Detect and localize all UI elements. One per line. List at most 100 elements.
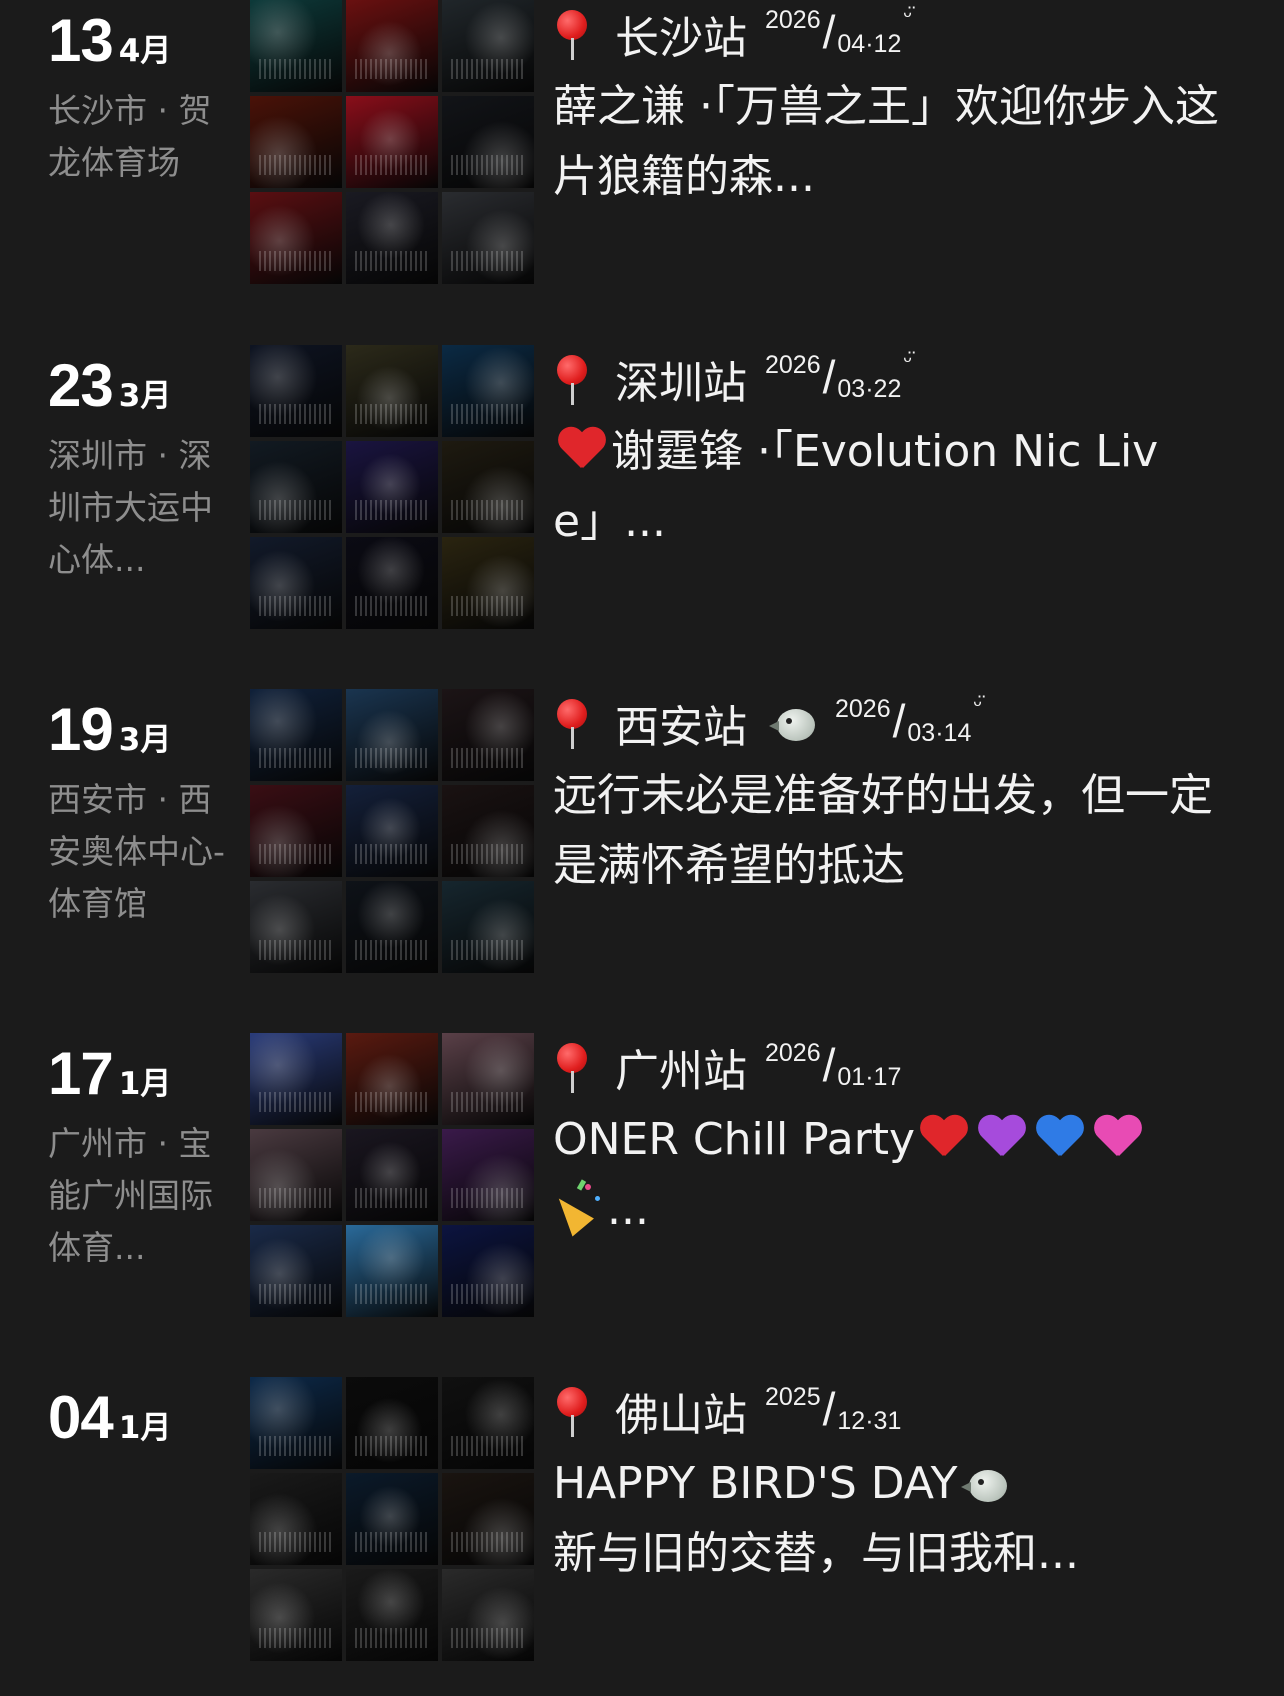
photo-thumbnail[interactable] [250, 96, 342, 188]
stamp-year: 2026 [765, 351, 821, 379]
photo-thumbnail[interactable] [442, 1473, 534, 1565]
photo-thumbnail[interactable] [442, 441, 534, 533]
bird-icon [769, 703, 817, 743]
party-popper-icon [548, 1179, 607, 1237]
post-body: HAPPY BIRD'S DAY 新与旧的交替，与旧我和... [553, 1449, 1253, 1589]
photo-thumbnail[interactable] [442, 96, 534, 188]
stamp-monthday: 04·12 [837, 30, 902, 58]
photo-grid[interactable] [250, 689, 534, 973]
date-stamp: 2026/03·14 ᵕ̈ [835, 691, 982, 747]
moment-post[interactable]: 04 1月 佛山站 2025/12·31 HAPPY BIRD'S DAY 新与旧的交替，… [0, 1377, 1284, 1696]
photo-thumbnail[interactable] [442, 345, 534, 437]
photo-thumbnail[interactable] [442, 1377, 534, 1469]
photo-thumbnail[interactable] [250, 441, 342, 533]
post-body-text: 远行未必是准备好的出发，但一定是满怀希望的抵达 [553, 770, 1213, 891]
post-title-line: 西安站 2026/03·14 ᵕ̈ [553, 689, 1253, 757]
photo-thumbnail[interactable] [346, 441, 438, 533]
photo-thumbnail[interactable] [346, 1033, 438, 1125]
photo-thumbnail[interactable] [250, 689, 342, 781]
photo-thumbnail[interactable] [250, 345, 342, 437]
photo-thumbnail[interactable] [346, 785, 438, 877]
photo-thumbnail[interactable] [346, 192, 438, 284]
moment-post[interactable]: 23 3月 深圳市 · 深圳市大运中心体... 深圳站 2026/03·22 ᵕ̈ 谢霆锋 … [0, 345, 1284, 717]
location-label: 长沙市 · 贺龙体育场 [48, 91, 212, 182]
date-line: 17 1月 [48, 1039, 248, 1108]
post-text: 深圳站 2026/03·22 ᵕ̈ 谢霆锋 ·「Evolution Nic Live」… [553, 345, 1253, 557]
photo-thumbnail[interactable] [346, 1377, 438, 1469]
photo-thumbnail[interactable] [442, 689, 534, 781]
moment-post[interactable]: 17 1月 广州市 · 宝能广州国际体育... 广州站 2026/01·17 ONER C… [0, 1033, 1284, 1405]
photo-thumbnail[interactable] [250, 1225, 342, 1317]
post-text: 广州站 2026/01·17 ONER Chill Party... [548, 1033, 1253, 1245]
pin-icon [553, 695, 589, 751]
heart-icon [1093, 1114, 1143, 1160]
date-month: 3月 [118, 722, 172, 758]
stamp-monthday: 01·17 [837, 1063, 902, 1091]
stamp-monthday: 03·22 [837, 375, 902, 403]
station-name: 深圳站 [615, 358, 747, 409]
photo-thumbnail[interactable] [250, 1129, 342, 1221]
photo-grid[interactable] [250, 0, 534, 284]
date-line: 19 3月 [48, 695, 248, 764]
photo-thumbnail[interactable] [442, 1129, 534, 1221]
pin-icon [553, 6, 589, 62]
photo-thumbnail[interactable] [346, 1129, 438, 1221]
photo-thumbnail[interactable] [250, 537, 342, 629]
moment-post[interactable]: 13 4月 长沙市 · 贺龙体育场 长沙站 2026/04·12 ᵕ̈ 薛之谦 ·「万兽之王… [0, 0, 1284, 372]
photo-thumbnail[interactable] [250, 1033, 342, 1125]
pin-icon [553, 351, 589, 407]
photo-grid[interactable] [250, 345, 534, 629]
photo-thumbnail[interactable] [346, 881, 438, 973]
date-month: 1月 [118, 1410, 172, 1446]
location-label: 西安市 · 西安奥体中心-体育馆 [48, 780, 225, 923]
date-stamp: 2026/01·17 [765, 1039, 902, 1091]
post-date: 19 3月西安市 · 西安奥体中心-体育馆 [48, 695, 248, 930]
photo-thumbnail[interactable] [442, 0, 534, 92]
photo-grid[interactable] [250, 1033, 534, 1317]
date-line: 13 4月 [48, 6, 248, 75]
photo-thumbnail[interactable] [250, 192, 342, 284]
photo-grid[interactable] [250, 1377, 534, 1661]
stamp-year: 2026 [765, 1039, 821, 1067]
post-title-line: 深圳站 2026/03·22 ᵕ̈ [553, 345, 1253, 413]
photo-thumbnail[interactable] [346, 1225, 438, 1317]
photo-thumbnail[interactable] [346, 96, 438, 188]
date-line: 04 1月 [48, 1383, 248, 1452]
photo-thumbnail[interactable] [442, 785, 534, 877]
post-text: 西安站 2026/03·14 ᵕ̈ 远行未必是准备好的出发，但一定是满怀希望的抵达 [553, 689, 1253, 901]
photo-thumbnail[interactable] [346, 537, 438, 629]
post-body-line2: 新与旧的交替，与旧我和... [553, 1528, 1079, 1579]
smile-icon: ᵕ̈ [903, 347, 912, 372]
photo-thumbnail[interactable] [442, 192, 534, 284]
post-date: 13 4月长沙市 · 贺龙体育场 [48, 6, 248, 189]
photo-thumbnail[interactable] [250, 1473, 342, 1565]
date-line: 23 3月 [48, 351, 248, 420]
photo-thumbnail[interactable] [442, 1569, 534, 1661]
photo-thumbnail[interactable] [250, 1377, 342, 1469]
photo-thumbnail[interactable] [346, 689, 438, 781]
photo-thumbnail[interactable] [346, 1569, 438, 1661]
post-date: 17 1月 广州市 · 宝能广州国际体育... [48, 1039, 248, 1274]
photo-thumbnail[interactable] [250, 881, 342, 973]
smile-icon: ᵕ̈ [973, 691, 982, 716]
date-day: 13 [48, 7, 114, 74]
photo-thumbnail[interactable] [250, 785, 342, 877]
station-name: 广州站 [615, 1046, 747, 1097]
post-text: 佛山站 2025/12·31 HAPPY BIRD'S DAY 新与旧的交替，与旧我和… [553, 1377, 1253, 1589]
moment-post[interactable]: 19 3月西安市 · 西安奥体中心-体育馆 西安站 2026/03·14 ᵕ̈ 远行未必是… [0, 689, 1284, 1061]
photo-thumbnail[interactable] [250, 0, 342, 92]
date-month: 1月 [118, 1066, 172, 1102]
photo-thumbnail[interactable] [346, 0, 438, 92]
photo-thumbnail[interactable] [442, 537, 534, 629]
pin-icon [553, 1039, 589, 1095]
post-date: 04 1月 [48, 1383, 248, 1452]
date-stamp: 2025/12·31 [765, 1383, 902, 1435]
photo-thumbnail[interactable] [442, 881, 534, 973]
photo-thumbnail[interactable] [442, 1225, 534, 1317]
photo-thumbnail[interactable] [442, 1033, 534, 1125]
photo-thumbnail[interactable] [346, 345, 438, 437]
photo-thumbnail[interactable] [346, 1473, 438, 1565]
photo-thumbnail[interactable] [250, 1569, 342, 1661]
stamp-year: 2025 [765, 1383, 821, 1411]
date-stamp: 2026/03·22 ᵕ̈ [765, 347, 912, 403]
